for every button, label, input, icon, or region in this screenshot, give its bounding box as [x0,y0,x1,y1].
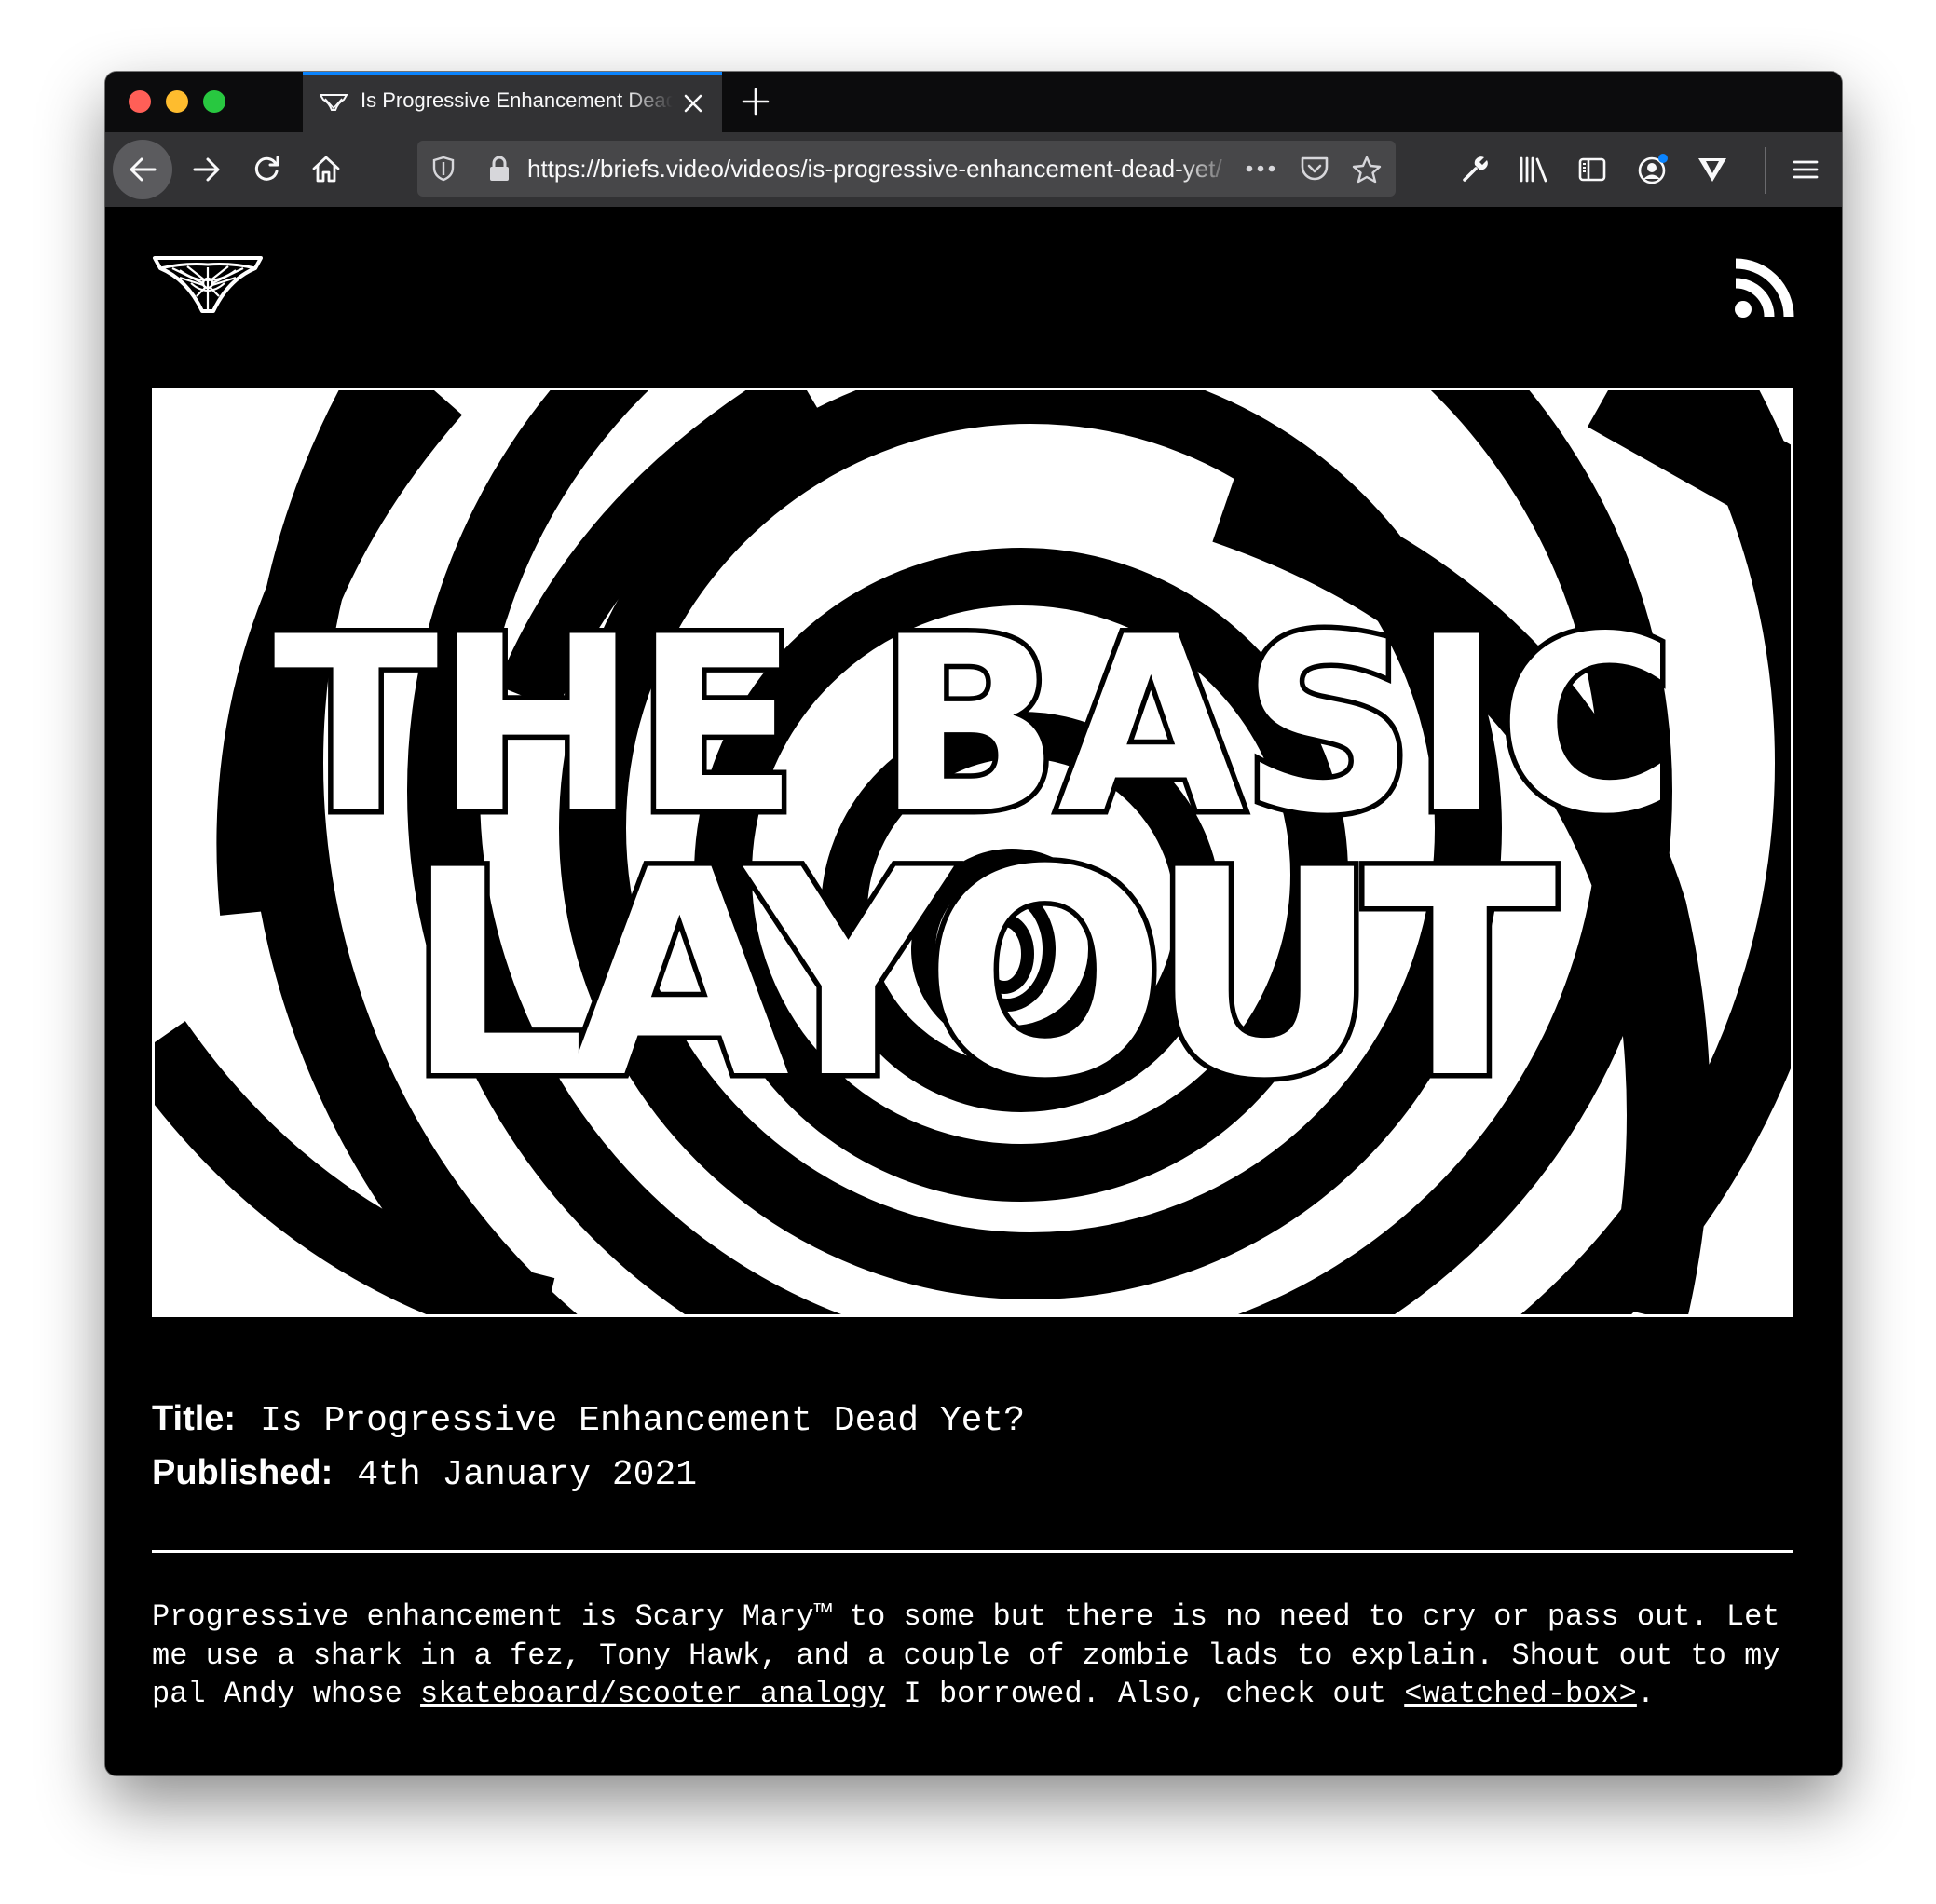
sidebar-button[interactable] [1569,132,1616,207]
title-row: Title: Is Progressive Enhancement Dead Y… [152,1399,1025,1453]
briefs-logo[interactable] [152,255,264,321]
reload-button[interactable] [243,132,290,207]
tab-bar: Is Progressive Enhancement Dead Yet? [105,72,1842,132]
close-tab-icon[interactable] [679,89,707,122]
video-description: Progressive enhancement is Scary Mary™ t… [152,1598,1810,1714]
rss-icon[interactable] [1733,258,1794,324]
title-value: Is Progressive Enhancement Dead Yet? [260,1401,1026,1441]
video-meta: Title: Is Progressive Enhancement Dead Y… [152,1399,1025,1507]
url-text: https://briefs.video/videos/is-progressi… [527,155,1222,183]
home-button[interactable] [303,132,349,207]
watched-box-link[interactable]: <watched-box> [1404,1677,1637,1711]
lock-icon[interactable] [486,155,512,187]
forward-icon [193,157,220,182]
tab-title: Is Progressive Enhancement Dead Yet? [361,88,673,112]
library-button[interactable] [1510,132,1557,207]
back-button[interactable] [113,132,172,207]
nav-toolbar: https://briefs.video/videos/is-progressi… [105,132,1842,207]
title-label: Title: [152,1399,237,1438]
divider [152,1550,1793,1553]
description-text-3: . [1636,1677,1656,1711]
forward-button[interactable] [184,132,230,207]
devtools-button[interactable] [1452,132,1498,207]
reload-icon [254,156,279,181]
wrench-icon [1463,156,1488,182]
home-icon [312,156,340,183]
new-tab-icon[interactable] [739,85,772,123]
back-icon [113,140,172,199]
extension-button[interactable] [1689,132,1736,207]
toolbar-divider [1765,147,1766,194]
zoom-window-button[interactable] [203,90,225,113]
app-menu-button[interactable] [1782,132,1829,207]
shield-icon[interactable] [429,155,457,187]
more-icon[interactable] [1245,157,1276,184]
library-icon [1520,156,1547,183]
minimize-window-button[interactable] [166,90,188,113]
close-window-button[interactable] [129,90,151,113]
address-bar[interactable]: https://briefs.video/videos/is-progressi… [417,141,1396,197]
thumbnail-title-line2: LAYOUT [400,805,1561,1146]
pocket-icon[interactable] [1299,155,1330,187]
skateboard-analogy-link[interactable]: skateboard/scooter analogy [420,1677,885,1711]
published-label: Published: [152,1453,334,1492]
sidebar-icon [1578,157,1606,182]
published-row: Published: 4th January 2021 [152,1453,1025,1507]
video-thumbnail[interactable]: THE BASIC LAYOUT [152,388,1793,1317]
bookmark-star-icon[interactable] [1351,155,1383,189]
active-tab[interactable]: Is Progressive Enhancement Dead Yet? [303,72,722,132]
menu-icon [1793,160,1819,179]
extension-v-icon [1698,158,1726,182]
description-text-2: I borrowed. Also, check out [885,1677,1405,1711]
briefs-favicon-icon [319,91,348,118]
account-icon [1638,154,1668,184]
account-button[interactable] [1629,132,1676,207]
published-value: 4th January 2021 [357,1455,698,1495]
page-content: THE BASIC LAYOUT Title: Is Progressive E… [105,207,1842,1775]
browser-window: Is Progressive Enhancement Dead Yet? [105,72,1842,1775]
